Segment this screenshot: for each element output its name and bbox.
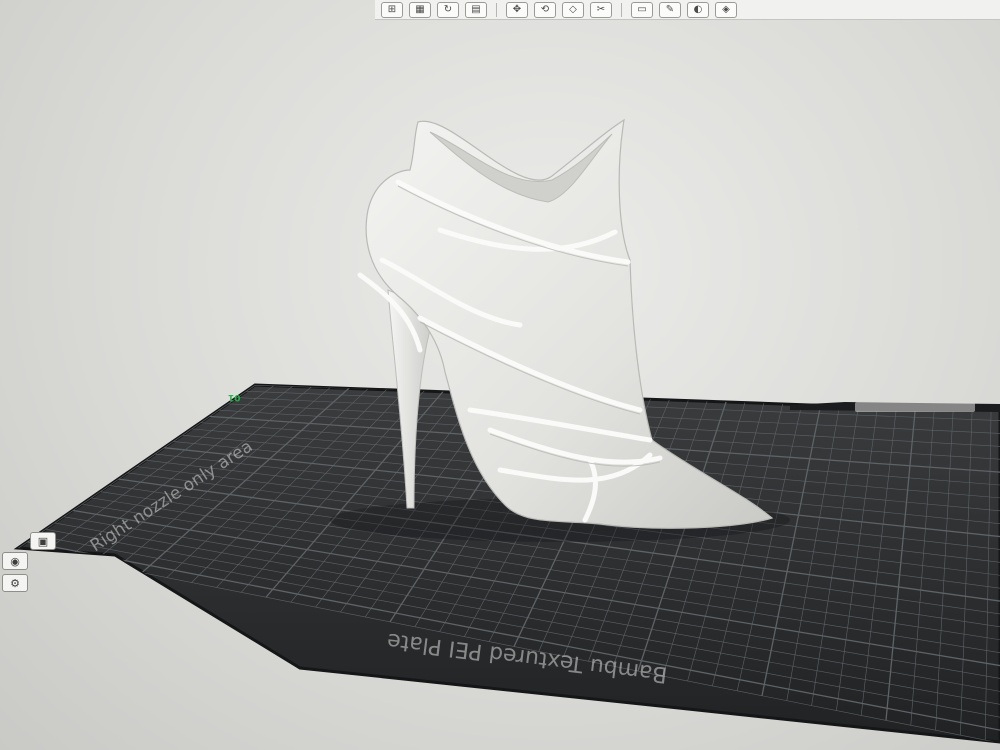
add-object-icon: ⊞ [387, 3, 397, 15]
scale-icon: ◇ [569, 3, 577, 15]
toolbar-separator [621, 2, 622, 17]
arrange-grid-button[interactable]: ▦ [409, 1, 431, 18]
plate-button[interactable]: ▤ [465, 1, 487, 18]
support-paint-icon: ✎ [665, 3, 675, 15]
scale-button[interactable]: ◇ [562, 1, 584, 18]
settings-button[interactable]: ⚙ [2, 574, 28, 592]
camera-view-button[interactable]: ◉ [2, 552, 28, 570]
auto-orient-icon: ↻ [443, 3, 453, 15]
support-paint-button[interactable]: ✎ [659, 1, 681, 18]
camera-view-icon: ◉ [10, 554, 20, 568]
color-paint-button[interactable]: ◈ [715, 1, 737, 18]
cut-icon: ✂ [596, 3, 606, 15]
seam-paint-icon: ◐ [693, 3, 703, 15]
color-paint-icon: ◈ [722, 3, 730, 15]
rotate-icon: ⟲ [540, 3, 550, 15]
place-on-face-button[interactable]: ▭ [631, 1, 653, 18]
layers-view-icon: ▣ [37, 534, 49, 548]
place-on-face-icon: ▭ [637, 3, 647, 15]
rotate-button[interactable]: ⟲ [534, 1, 556, 18]
plate-icon: ▤ [471, 3, 481, 15]
cut-button[interactable]: ✂ [590, 1, 612, 18]
top-toolbar: ⊞ ▦ ↻ ▤ ✥ ⟲ ◇ ✂ ▭ ✎ ◐ ◈ [375, 0, 1000, 20]
settings-icon: ⚙ [10, 576, 20, 590]
3d-viewport[interactable]: Bambu Textured PEI Plate Right nozzle on… [0, 0, 1000, 750]
scene-canvas[interactable]: Bambu Textured PEI Plate Right nozzle on… [0, 0, 1000, 750]
left-view-toolbar: ▣ ◉ ⚙ [0, 530, 70, 600]
plate-info-badge [855, 402, 975, 412]
move-button[interactable]: ✥ [506, 1, 528, 18]
move-icon: ✥ [512, 3, 522, 15]
layers-view-button[interactable]: ▣ [30, 532, 56, 550]
arrange-grid-icon: ▦ [415, 3, 425, 15]
auto-orient-button[interactable]: ↻ [437, 1, 459, 18]
add-object-button[interactable]: ⊞ [381, 1, 403, 18]
plate-number-label: 01 [228, 392, 241, 402]
toolbar-separator [496, 2, 497, 17]
seam-paint-button[interactable]: ◐ [687, 1, 709, 18]
